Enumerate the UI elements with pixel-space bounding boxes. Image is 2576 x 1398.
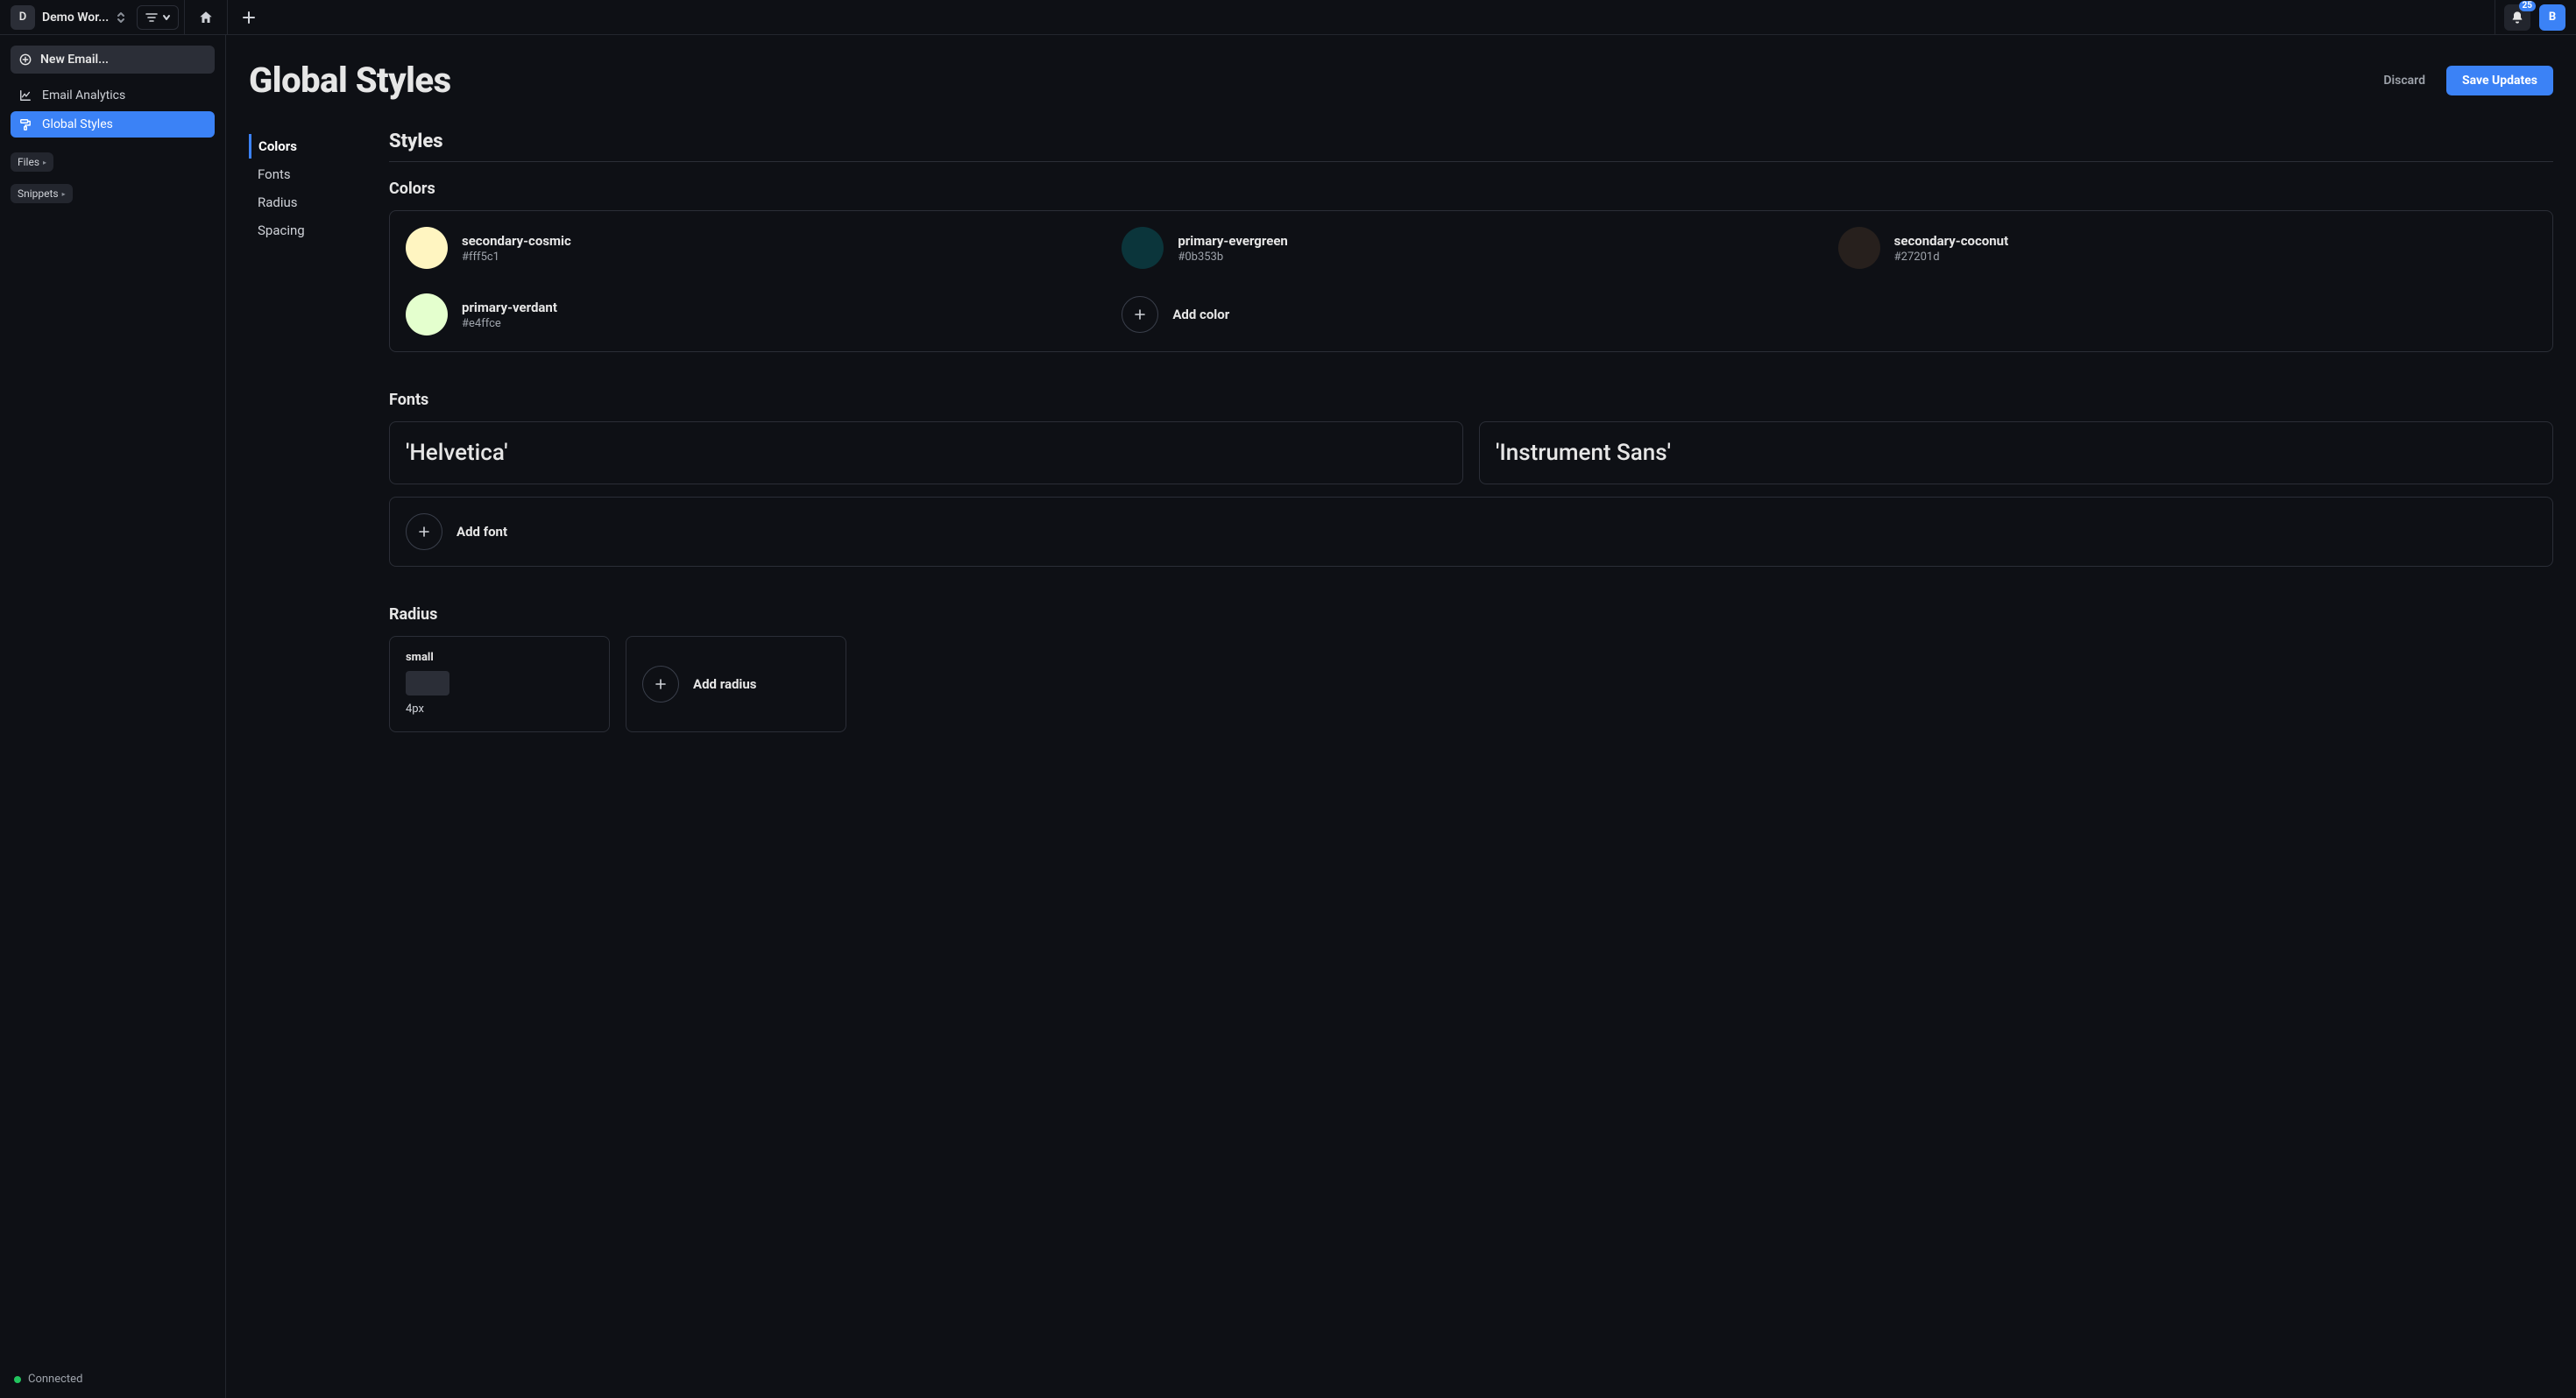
sidebar-item-label: Email Analytics (42, 88, 125, 102)
sidebar: New Email... Email Analytics Global Styl… (0, 35, 226, 1398)
color-name: primary-evergreen (1178, 233, 1288, 249)
add-radius-label: Add radius (693, 676, 757, 692)
add-color-label: Add color (1172, 307, 1229, 322)
add-radius-button[interactable]: Add radius (626, 636, 846, 732)
paint-roller-icon (19, 118, 32, 131)
radius-name: small (406, 651, 593, 664)
workspace-switcher[interactable]: D Demo Wor... (5, 2, 131, 33)
sidebar-item-global-styles[interactable]: Global Styles (11, 111, 215, 138)
files-pill[interactable]: Files ▸ (11, 152, 53, 172)
plus-circle-icon (19, 53, 32, 66)
divider (184, 0, 185, 35)
layers-dropdown[interactable] (137, 5, 179, 30)
color-item[interactable]: primary-evergreen #0b353b (1122, 227, 1820, 269)
subnav: Colors Fonts Radius Spacing (249, 131, 354, 732)
radius-preview (406, 671, 449, 695)
color-hex: #0b353b (1178, 251, 1288, 264)
subnav-item-radius[interactable]: Radius (249, 190, 354, 215)
color-item[interactable]: secondary-coconut #27201d (1838, 227, 2537, 269)
chevron-right-icon: ▸ (62, 190, 66, 198)
new-email-button[interactable]: New Email... (11, 46, 215, 74)
color-swatch (406, 227, 448, 269)
chevron-down-icon (162, 13, 171, 22)
add-font-label: Add font (456, 524, 507, 540)
workspace-letter: D (11, 5, 35, 30)
plus-circle-icon (1122, 296, 1158, 333)
save-button[interactable]: Save Updates (2446, 66, 2553, 95)
font-card[interactable]: 'Helvetica' (389, 421, 1463, 484)
page-title: Global Styles (249, 60, 451, 101)
add-font-button[interactable]: Add font (389, 497, 2553, 567)
chart-line-icon (19, 89, 32, 102)
fonts-title: Fonts (389, 391, 2553, 409)
chevron-right-icon: ▸ (43, 159, 46, 166)
home-button[interactable] (190, 2, 222, 33)
color-item[interactable]: primary-verdant #e4ffce (406, 293, 1104, 335)
bell-icon (2510, 11, 2524, 25)
colors-title: Colors (389, 180, 2553, 198)
snippets-pill[interactable]: Snippets ▸ (11, 184, 73, 203)
colors-panel: secondary-cosmic #fff5c1 primary-evergre… (389, 210, 2553, 352)
color-swatch (406, 293, 448, 335)
subnav-item-spacing[interactable]: Spacing (249, 218, 354, 243)
color-hex: #e4ffce (462, 317, 557, 330)
divider (227, 0, 228, 35)
notifications-button[interactable]: 25 (2504, 4, 2530, 31)
color-name: secondary-coconut (1894, 233, 2009, 249)
radius-card[interactable]: small 4px (389, 636, 610, 732)
subnav-item-colors[interactable]: Colors (249, 134, 354, 159)
color-swatch (1838, 227, 1880, 269)
main: Global Styles Discard Save Updates Color… (226, 35, 2576, 1398)
sidebar-item-label: Global Styles (42, 117, 113, 131)
discard-button[interactable]: Discard (2374, 67, 2434, 95)
notification-badge: 25 (2519, 1, 2536, 11)
status-dot-icon (14, 1376, 21, 1383)
files-label: Files (18, 156, 39, 168)
add-color-button[interactable]: Add color (1122, 293, 1820, 335)
chevrons-up-down-icon (116, 11, 126, 24)
font-card[interactable]: 'Instrument Sans' (1479, 421, 2553, 484)
connection-status: Connected (11, 1367, 215, 1391)
color-hex: #27201d (1894, 251, 2009, 264)
color-item[interactable]: secondary-cosmic #fff5c1 (406, 227, 1104, 269)
status-label: Connected (28, 1373, 82, 1386)
workspace-name: Demo Wor... (42, 11, 109, 25)
radius-title: Radius (389, 605, 2553, 624)
color-name: primary-verdant (462, 300, 557, 315)
section-title: Styles (389, 131, 2553, 162)
color-hex: #fff5c1 (462, 251, 571, 264)
plus-circle-icon (642, 666, 679, 703)
snippets-label: Snippets (18, 187, 59, 200)
new-email-label: New Email... (40, 53, 109, 67)
layers-icon (145, 11, 159, 24)
new-tab-button[interactable] (233, 2, 265, 33)
topbar: D Demo Wor... (0, 0, 2576, 35)
plus-circle-icon (406, 513, 442, 550)
radius-value: 4px (406, 703, 593, 716)
subnav-item-fonts[interactable]: Fonts (249, 162, 354, 187)
home-icon (198, 10, 214, 25)
color-name: secondary-cosmic (462, 233, 571, 249)
plus-icon (242, 11, 256, 25)
color-swatch (1122, 227, 1164, 269)
sidebar-item-email-analytics[interactable]: Email Analytics (11, 82, 215, 109)
avatar[interactable]: B (2539, 4, 2565, 31)
